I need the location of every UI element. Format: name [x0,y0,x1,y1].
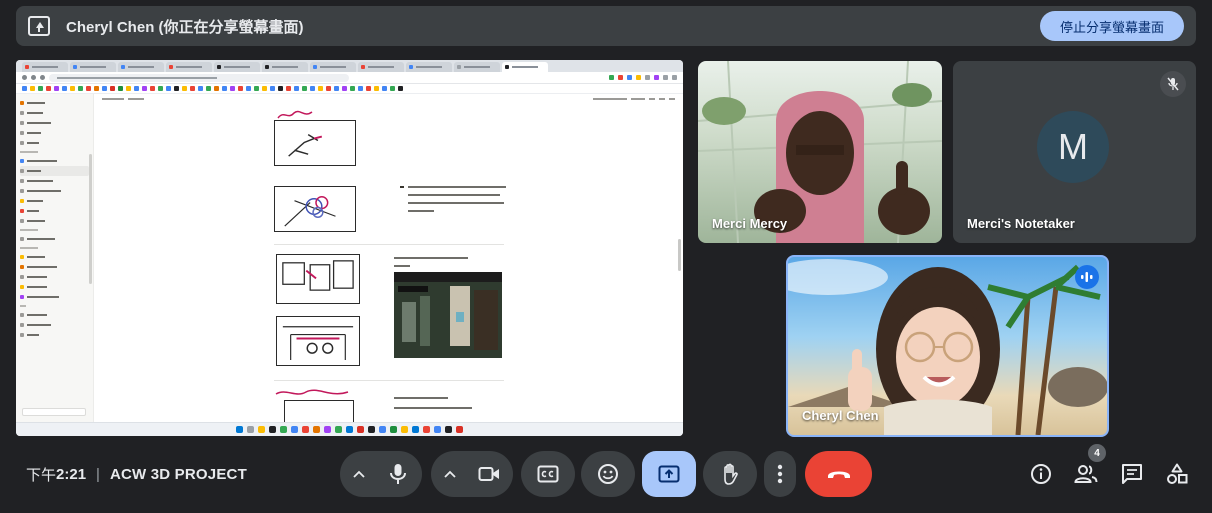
more-options-button[interactable] [764,451,796,497]
leave-call-button[interactable] [805,451,872,497]
browser-address-bar [16,72,683,84]
banner-title: Cheryl Chen (你正在分享螢幕畫面) [66,18,304,36]
meeting-title: ACW 3D PROJECT [109,466,247,483]
emoji-icon [598,464,618,484]
storyboard-panel [276,254,360,304]
notion-page [16,94,683,430]
activities-icon [1167,463,1188,484]
participant-tile-merci-mercy[interactable]: Merci Mercy [698,61,942,243]
chat-icon [1122,464,1142,484]
info-icon [1031,464,1051,484]
video-options-button[interactable] [433,470,467,478]
people-button[interactable] [1074,462,1098,486]
activities-button[interactable] [1165,462,1189,486]
shared-screen[interactable] [16,60,683,436]
captions-button[interactable] [521,451,575,497]
raise-hand-button[interactable] [703,451,757,497]
stop-sharing-button[interactable]: 停止分享螢幕畫面 [1039,11,1184,41]
people-icon [1074,465,1098,483]
speaking-indicator-icon [1075,265,1099,289]
separator: | [96,466,100,483]
present-screen-icon [28,16,50,36]
storyboard-panel [274,120,356,166]
participant-tile-cheryl-chen[interactable]: Cheryl Chen [786,255,1109,437]
participant-name: Merci's Notetaker [967,216,1075,231]
avatar: M [1037,111,1109,183]
participant-tile-notetaker[interactable]: M Merci's Notetaker [953,61,1196,243]
browser-tab-strip [16,60,683,72]
camera-control [431,451,513,497]
hangup-icon [827,471,850,478]
raise-hand-icon [724,463,738,485]
chat-button[interactable] [1120,462,1144,486]
participant-name: Cheryl Chen [802,408,879,423]
participant-name: Merci Mercy [712,216,788,231]
camera-icon [478,467,499,481]
notion-content [94,94,683,430]
storyboard-panel [274,186,356,232]
chevron-up-icon [444,470,456,478]
camera-button[interactable] [467,452,511,496]
more-options-icon [777,464,783,484]
emoji-reaction-button[interactable] [581,451,635,497]
time-prefix: 下午 [26,467,57,484]
microphone-button[interactable] [376,452,420,496]
notion-sidebar [16,94,94,422]
windows-taskbar [16,422,683,436]
presenting-banner: Cheryl Chen (你正在分享螢幕畫面) 停止分享螢幕畫面 [16,6,1196,46]
present-screen-icon [658,465,680,483]
mic-off-icon [1160,71,1186,97]
present-screen-button[interactable] [642,451,696,497]
chevron-up-icon [353,470,365,478]
audio-options-button[interactable] [342,470,376,478]
captions-icon [537,465,559,483]
meeting-time: 2:21 [56,466,87,483]
microphone-icon [390,464,406,484]
meeting-details-button[interactable] [1029,462,1053,486]
people-count-badge: 4 [1088,444,1106,462]
storyboard-panel [276,316,360,366]
browser-bookmarks-bar [16,84,683,94]
microphone-control [340,451,422,497]
meeting-info: 下午 2:21 | ACW 3D PROJECT [26,464,247,485]
reference-photo [394,272,502,358]
